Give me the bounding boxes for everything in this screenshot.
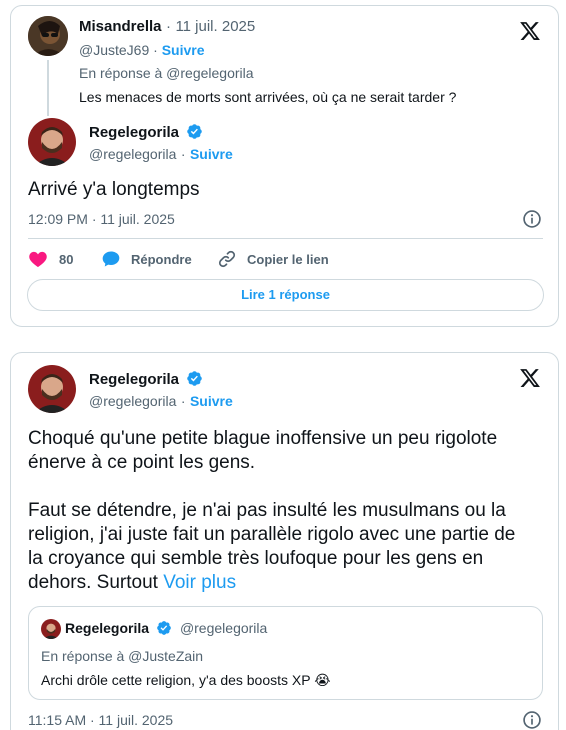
parent-author-name[interactable]: Misandrella — [79, 18, 162, 35]
verified-badge-icon — [187, 371, 203, 386]
parent-reply-context[interactable]: En réponse à @regelegorila — [79, 65, 254, 81]
author-handle[interactable]: @regelegorila — [89, 393, 176, 409]
heart-icon — [29, 251, 47, 267]
handle-row: @regelegorila · Suivre — [89, 393, 233, 409]
avatar-regelegorila[interactable] — [28, 118, 76, 166]
quoted-text-body: Archi drôle cette religion, y'a des boos… — [41, 672, 311, 688]
parent-date[interactable]: 11 juil. 2025 — [175, 18, 255, 35]
copy-link-label: Copier le lien — [247, 252, 329, 267]
reply-handle[interactable]: @regelegorila — [89, 146, 176, 162]
follow-link[interactable]: Suivre — [190, 393, 233, 409]
parent-handle[interactable]: @JusteJ69 — [79, 42, 149, 58]
embedded-tweet-card: Regelegorila @regelegorila · Suivre Choq… — [10, 352, 559, 730]
author-row: Regelegorila — [89, 370, 203, 389]
tweet-timestamp[interactable]: 11:15 AM · 11 juil. 2025 — [28, 712, 173, 728]
copy-link-action[interactable]: Copier le lien — [217, 248, 347, 270]
reply-handle-row: @regelegorila · Suivre — [89, 146, 233, 162]
link-icon — [218, 250, 236, 268]
thread-connector-line — [47, 60, 49, 116]
tweet-text-line: énerve à ce point les gens. — [28, 452, 256, 473]
reply-action[interactable]: Répondre — [101, 248, 211, 270]
parent-tweet-text: Les menaces de morts sont arrivées, où ç… — [79, 89, 457, 105]
verified-badge-icon — [157, 621, 172, 635]
quoted-handle: @regelegorila — [179, 620, 268, 636]
avatar-misandrella[interactable] — [28, 16, 68, 56]
info-icon[interactable] — [522, 209, 542, 229]
parent-tweet-header: Misandrella · 11 juil. 2025 — [79, 18, 255, 36]
reply-timestamp[interactable]: 12:09 PM · 11 juil. 2025 — [28, 211, 175, 227]
reply-author-row: Regelegorila — [89, 123, 203, 142]
embedded-tweet-card-reply: Misandrella · 11 juil. 2025 @JusteJ69 · … — [10, 5, 559, 327]
tweet-text-line: la croyance qui semble très loufoque pou… — [28, 548, 484, 569]
x-logo-icon[interactable] — [519, 20, 541, 42]
like-count: 80 — [59, 252, 74, 267]
quoted-text: Archi drôle cette religion, y'a des boos… — [41, 672, 331, 689]
quoted-avatar — [41, 619, 61, 639]
quoted-header: Regelegorila @regelegorila — [65, 620, 267, 638]
reply-tweet-text: Arrivé y'a longtemps — [28, 179, 200, 200]
tweet-text-line: Faut se détendre, je n'ai pas insulté le… — [28, 500, 506, 521]
tweet-text-line: religion, j'ai juste fait un parallèle r… — [28, 524, 516, 545]
tweet-text-line: dehors. Surtout Voir plus — [28, 571, 236, 595]
reply-label: Répondre — [131, 252, 192, 267]
tweet-text-tail: dehors. Surtout — [28, 572, 158, 593]
reply-bubble-icon — [102, 251, 120, 267]
tweet-text-line: Choqué qu'une petite blague inoffensive … — [28, 428, 498, 449]
info-icon[interactable] — [522, 710, 542, 730]
author-name[interactable]: Regelegorila — [89, 371, 179, 388]
crying-face-emoji: 😭 — [314, 672, 331, 688]
verified-badge-icon — [187, 124, 203, 139]
read-replies-button[interactable]: Lire 1 réponse — [27, 279, 544, 311]
x-logo-icon[interactable] — [519, 367, 541, 389]
reply-follow-link[interactable]: Suivre — [190, 146, 233, 162]
reply-author-name[interactable]: Regelegorila — [89, 124, 179, 141]
quoted-author-name: Regelegorila — [65, 620, 150, 636]
quoted-tweet[interactable]: Regelegorila @regelegorila En réponse à … — [28, 606, 543, 700]
avatar-regelegorila[interactable] — [28, 365, 76, 413]
quoted-reply-context: En réponse à @JusteZain — [41, 648, 204, 664]
parent-handle-row: @JusteJ69 · Suivre — [79, 42, 205, 58]
divider — [28, 238, 543, 239]
parent-follow-link[interactable]: Suivre — [162, 42, 205, 58]
separator-dot: · — [165, 18, 171, 35]
see-more-link[interactable]: Voir plus — [163, 572, 236, 593]
